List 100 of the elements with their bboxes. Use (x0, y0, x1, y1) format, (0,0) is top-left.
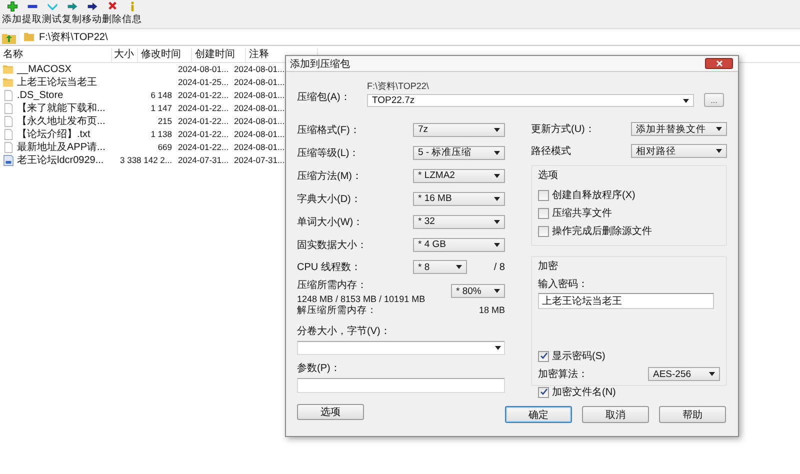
field-label: CPU 线程数： (297, 260, 362, 274)
file-name[interactable]: 上老王论坛当老王 (17, 76, 97, 89)
toolbar-button[interactable]: 复制 (62, 1, 82, 26)
checkbox[interactable]: 创建自释放程序(X) (538, 186, 636, 204)
field-label: 压缩等级(L)： (297, 146, 360, 160)
dropdown[interactable]: * 32 (413, 214, 505, 228)
parameters-field[interactable] (297, 378, 505, 393)
folder-icon (3, 64, 14, 75)
toolbar-button[interactable]: 测试 (42, 1, 62, 26)
dropdown[interactable]: * 8 (413, 260, 467, 274)
split-size-dropdown[interactable] (297, 341, 505, 355)
options-button[interactable]: 选项 (297, 404, 364, 420)
address-text: F:\资料\TOP22\ (39, 30, 108, 44)
field-label: 压缩方法(M)： (297, 170, 363, 182)
file-size: 1 138 (150, 129, 172, 139)
created-date: 2024-08-01... (233, 102, 286, 115)
dropdown[interactable]: 添加并替换文件 (631, 122, 727, 136)
file-name[interactable]: 最新地址及APP请... (17, 141, 106, 154)
archive-path: F:\资料\TOP22\ (367, 80, 430, 93)
modified-date: 2024-01-25... (177, 76, 230, 89)
column-header[interactable]: 创建时间 (192, 48, 246, 62)
field-label: 固实数据大小： (297, 238, 368, 252)
close-icon (716, 60, 722, 67)
dropdown-arrow-icon (716, 149, 722, 153)
group-title: 选项 (538, 168, 559, 182)
created-date: 2024-07-31... (233, 154, 286, 167)
checkbox[interactable]: 压缩共享文件 (538, 204, 612, 222)
file-name[interactable]: .DS_Store (17, 89, 64, 102)
dropdown[interactable]: AES-256 (648, 367, 720, 381)
toolbar-button[interactable]: 信息 (122, 1, 142, 26)
created-date: 2024-08-01... (233, 76, 286, 89)
column-header[interactable]: 大小 (112, 48, 138, 62)
file-size: 215 (158, 116, 172, 126)
created-date: 2024-08-01... (233, 63, 286, 76)
toolbar-button[interactable]: 提取 (22, 1, 42, 26)
dropdown[interactable]: 5 - 标准压缩 (413, 146, 505, 160)
modified-date: 2024-01-22... (177, 141, 230, 154)
toolbar-button[interactable]: 添加 (2, 1, 22, 26)
folder-icon (24, 32, 35, 42)
memory-value: 18 MB (478, 305, 505, 315)
address-field[interactable]: F:\资料\TOP22\ (20, 30, 800, 44)
toolbar-button[interactable]: 删除 (102, 1, 122, 26)
field-label: 输入密码： (538, 279, 588, 290)
created-date: 2024-08-01... (233, 128, 286, 141)
field-label: 加密算法： (538, 368, 589, 381)
dropdown[interactable]: TOP22.7z (367, 94, 694, 107)
column-header[interactable]: 名称 (0, 48, 112, 62)
created-date: 2024-08-01... (233, 89, 286, 102)
field-label: 字典大小(D)： (297, 192, 362, 206)
file-name[interactable]: 【论坛介绍】.txt (17, 128, 90, 141)
dropdown-arrow-icon (494, 242, 500, 246)
checkbox[interactable]: 加密文件名(N) (538, 383, 616, 401)
field-label: 压缩所需内存： (297, 278, 368, 292)
password-field[interactable]: 上老王论坛当老王 (538, 293, 714, 309)
file-name[interactable]: __MACOSX (17, 63, 72, 76)
file-name[interactable]: 老王论坛ldcr0929... (17, 154, 104, 167)
dropdown[interactable]: * LZMA2 (413, 168, 505, 182)
file-size: 6 148 (150, 90, 172, 100)
file-icon (3, 142, 14, 153)
file-icon (3, 90, 14, 101)
toolbar-button[interactable]: 移动 (82, 1, 102, 26)
modified-date: 2024-08-01... (177, 63, 230, 76)
close-button[interactable] (705, 58, 733, 69)
dialog-button[interactable]: 取消 (582, 406, 649, 423)
dropdown-arrow-icon (716, 127, 722, 131)
dialog-button[interactable]: 帮助 (659, 406, 726, 423)
dropdown-arrow-icon (494, 289, 500, 293)
checkbox[interactable]: 显示密码(S) (538, 347, 606, 365)
dropdown[interactable]: 7z (413, 122, 505, 136)
chevron-down-icon (46, 1, 58, 12)
dropdown-arrow-icon (494, 196, 500, 200)
file-icon (3, 103, 14, 114)
dropdown[interactable]: 相对路径 (631, 144, 727, 158)
file-name[interactable]: 【永久地址发布页... (17, 115, 106, 128)
dropdown[interactable]: * 4 GB (413, 238, 505, 252)
plus-icon (6, 1, 18, 12)
archive-icon (3, 155, 14, 166)
column-header[interactable]: 修改时间 (138, 48, 192, 62)
dialog-button[interactable]: 确定 (505, 406, 572, 423)
field-label: 解压缩所需内存： (297, 304, 377, 316)
folder-icon (3, 77, 14, 88)
dropdown-arrow-icon (495, 346, 501, 350)
delete-icon (106, 1, 118, 12)
dropdown[interactable]: * 16 MB (413, 192, 505, 206)
dropdown[interactable]: * 80% (451, 284, 505, 298)
thread-max: / 8 (492, 262, 505, 272)
arrow-right-icon (86, 1, 98, 12)
field-label: 路径模式 (531, 144, 572, 158)
browse-button[interactable]: ... (704, 93, 724, 107)
check-icon (540, 388, 548, 396)
modified-date: 2024-07-31... (177, 154, 230, 167)
field-label: 单词大小(W)： (297, 216, 364, 228)
file-name[interactable]: 【来了就能下载和... (17, 102, 106, 115)
dropdown-arrow-icon (683, 98, 689, 102)
file-size: 3 338 142 2... (120, 155, 172, 165)
checkbox[interactable]: 操作完成后删除源文件 (538, 222, 652, 240)
field-label: 更新方式(U)： (531, 122, 596, 136)
field-label: 压缩包(A)： (297, 90, 352, 104)
dropdown-arrow-icon (494, 174, 500, 178)
field-label: 参数(P)： (297, 362, 342, 375)
